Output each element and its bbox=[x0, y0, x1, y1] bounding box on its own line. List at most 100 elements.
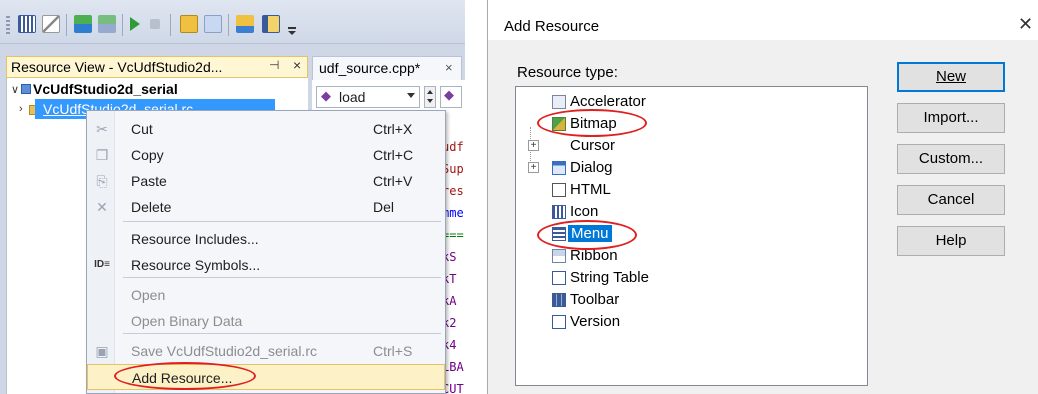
resource-type-version[interactable]: Version bbox=[552, 311, 752, 333]
resource-type-cursor[interactable]: + Cursor bbox=[528, 135, 752, 157]
menu-item-resource-symbols[interactable]: ID≡ Resource Symbols... bbox=[87, 252, 445, 278]
nav-combo-value: load bbox=[339, 89, 366, 105]
user-icon[interactable] bbox=[180, 15, 198, 33]
project-icon bbox=[21, 84, 31, 94]
table-icon[interactable] bbox=[262, 15, 280, 33]
menu-item-label: Open bbox=[131, 287, 166, 303]
import-icon[interactable] bbox=[236, 15, 254, 33]
resource-type-html[interactable]: HTML bbox=[552, 179, 752, 201]
menu-item-label: Delete bbox=[131, 199, 172, 215]
menu-separator bbox=[123, 333, 441, 334]
bitmap-icon bbox=[552, 117, 566, 131]
cancel-button[interactable]: Cancel bbox=[897, 185, 1005, 215]
dialog-title: Add Resource bbox=[504, 18, 600, 35]
toolbar-overflow-icon[interactable] bbox=[288, 27, 296, 35]
html-icon bbox=[552, 183, 566, 197]
upload-icon[interactable] bbox=[98, 15, 116, 33]
resource-type-dialog[interactable]: + Dialog bbox=[528, 157, 752, 179]
stop-icon[interactable] bbox=[150, 19, 160, 29]
chevron-right-icon[interactable]: › bbox=[19, 103, 23, 115]
menu-item-open-binary-data[interactable]: Open Binary Data bbox=[87, 308, 445, 334]
pin-icon[interactable]: ⊣ bbox=[269, 58, 279, 72]
new-button-label: New bbox=[935, 68, 966, 85]
import-button[interactable]: Import... bbox=[897, 103, 1005, 133]
resource-type-label: String Table bbox=[570, 269, 649, 286]
download-icon[interactable] bbox=[74, 15, 92, 33]
tab-label: udf_source.cpp* bbox=[319, 60, 421, 76]
menu-item-paste[interactable]: ⎘ Paste Ctrl+V bbox=[87, 168, 445, 194]
accelerator-icon bbox=[552, 95, 566, 109]
expand-icon[interactable]: + bbox=[528, 162, 539, 173]
resource-type-tree[interactable]: Accelerator Bitmap + Cursor + Dialog HTML Icon M… bbox=[515, 86, 868, 386]
resource-type-label: HTML bbox=[570, 181, 611, 198]
menu-item-label: Copy bbox=[131, 147, 164, 163]
close-icon[interactable]: × bbox=[293, 57, 301, 73]
resource-type-label: Ribbon bbox=[570, 247, 618, 264]
resource-type-icon[interactable]: Icon bbox=[552, 201, 752, 223]
resource-type-label: Dialog bbox=[570, 159, 613, 176]
delete-icon: ✕ bbox=[96, 199, 108, 215]
resource-view-title: Resource View - VcUdfStudio2d... bbox=[11, 59, 223, 75]
save-icon: ▣ bbox=[95, 343, 109, 359]
menu-item-delete[interactable]: ✕ Delete Del bbox=[87, 194, 445, 220]
resource-type-menu[interactable]: Menu bbox=[552, 223, 752, 245]
visual-studio-window: Resource View - VcUdfStudio2d... ⊣ × ∨ V… bbox=[0, 0, 465, 394]
nav-member-button[interactable]: ◆ bbox=[440, 86, 462, 108]
menu-item-shortcut: Ctrl+S bbox=[373, 343, 413, 359]
chevron-down-icon bbox=[407, 93, 415, 98]
menu-separator bbox=[123, 277, 441, 278]
chevron-down-icon[interactable]: ∨ bbox=[11, 83, 19, 96]
help-button[interactable]: Help bbox=[897, 226, 1005, 256]
toolbar-separator bbox=[66, 14, 67, 36]
menu-item-label: Resource Symbols... bbox=[131, 257, 261, 273]
function-navigation-combo[interactable]: ◆ load bbox=[316, 86, 420, 108]
chart-icon[interactable] bbox=[42, 15, 60, 33]
tree-node-project[interactable]: VcUdfStudio2d_serial bbox=[33, 81, 178, 97]
menu-item-add-resource[interactable]: Add Resource... bbox=[87, 364, 445, 390]
ribbon-icon bbox=[552, 249, 566, 263]
string-table-icon bbox=[552, 271, 566, 285]
nav-spinner[interactable] bbox=[424, 86, 436, 108]
menu-item-save-vcudfstudio2d-serial-rc[interactable]: ▣ Save VcUdfStudio2d_serial.rc Ctrl+S bbox=[87, 338, 445, 364]
expand-icon[interactable]: + bbox=[528, 140, 539, 151]
menu-item-cut[interactable]: ✂ Cut Ctrl+X bbox=[87, 116, 445, 142]
version-icon bbox=[552, 315, 566, 329]
resource-type-label: Icon bbox=[570, 203, 599, 220]
copy-icon: ❐ bbox=[95, 147, 109, 163]
menu-separator bbox=[123, 221, 441, 222]
resource-view-header: Resource View - VcUdfStudio2d... ⊣ × bbox=[6, 56, 308, 78]
dialog-icon bbox=[552, 161, 566, 175]
menu-item-open[interactable]: Open bbox=[87, 282, 445, 308]
resource-type-bitmap[interactable]: Bitmap bbox=[552, 113, 752, 135]
dialog-titlebar: Add Resource ✕ bbox=[488, 0, 1038, 40]
method-icon: ◆ bbox=[321, 88, 331, 103]
resource-type-toolbar[interactable]: Toolbar bbox=[552, 289, 752, 311]
resource-type-label: Cursor bbox=[570, 137, 616, 154]
resource-type-label: Menu bbox=[568, 225, 612, 242]
menu-item-label: Save VcUdfStudio2d_serial.rc bbox=[131, 343, 317, 359]
id-icon: ID≡ bbox=[94, 259, 110, 270]
close-icon[interactable]: × bbox=[445, 60, 453, 75]
resource-type-label: Bitmap bbox=[570, 115, 617, 132]
paste-icon: ⎘ bbox=[96, 173, 108, 189]
resource-type-string-table[interactable]: String Table bbox=[552, 267, 752, 289]
resource-type-label: Toolbar bbox=[570, 291, 620, 308]
add-resource-dialog: Add Resource ✕ Resource type: Accelerato… bbox=[487, 0, 1038, 394]
context-menu: ✂ Cut Ctrl+X ❐ Copy Ctrl+C ⎘ Paste Ctrl+V ✕ Delete… bbox=[86, 110, 446, 394]
cursor-icon bbox=[552, 139, 566, 153]
new-button[interactable]: New bbox=[897, 62, 1005, 92]
menu-item-copy[interactable]: ❐ Copy Ctrl+C bbox=[87, 142, 445, 168]
close-icon[interactable]: ✕ bbox=[1018, 14, 1033, 35]
resource-type-accelerator[interactable]: Accelerator bbox=[552, 91, 752, 113]
play-icon[interactable] bbox=[130, 17, 140, 31]
grid-icon[interactable] bbox=[18, 15, 36, 33]
menu-icon bbox=[552, 227, 566, 241]
resource-type-ribbon[interactable]: Ribbon bbox=[552, 245, 752, 267]
toolbar-separator bbox=[170, 14, 171, 36]
tab-udf-source[interactable]: udf_source.cpp* × bbox=[312, 56, 462, 80]
function-icon[interactable] bbox=[204, 15, 222, 33]
custom-button[interactable]: Custom... bbox=[897, 144, 1005, 174]
toolbar-grip[interactable] bbox=[6, 16, 10, 34]
menu-item-label: Cut bbox=[131, 121, 153, 137]
menu-item-resource-includes[interactable]: Resource Includes... bbox=[87, 226, 445, 252]
